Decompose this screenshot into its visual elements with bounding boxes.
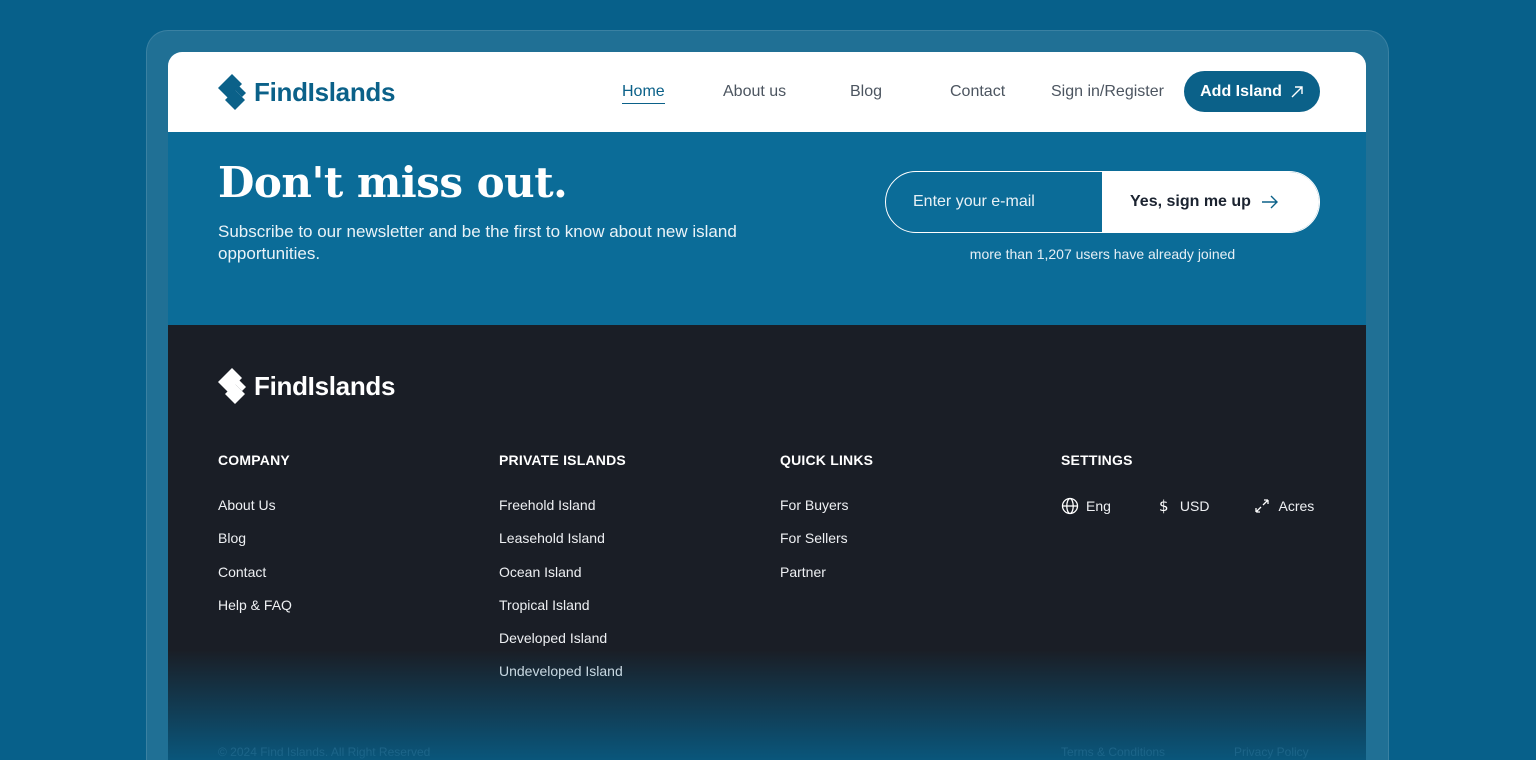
footer-link-ocean-island[interactable]: Ocean Island xyxy=(499,564,626,597)
column-heading: QUICK LINKS xyxy=(780,452,874,468)
arrow-right-icon xyxy=(1262,195,1278,209)
svg-text:$: $ xyxy=(1159,497,1169,515)
nav-about-us[interactable]: About us xyxy=(723,83,786,101)
column-heading: COMPANY xyxy=(218,452,290,468)
language-selector[interactable]: Eng xyxy=(1061,497,1111,515)
column-heading: SETTINGS xyxy=(1061,452,1133,468)
footer: FindIslands COMPANY About Us Blog Contac… xyxy=(168,325,1366,760)
header: FindIslands Home About us Blog Contact S… xyxy=(168,52,1366,132)
footer-column-company: COMPANY About Us Blog Contact Help & FAQ xyxy=(218,452,292,630)
nav-home[interactable]: Home xyxy=(622,83,665,104)
footer-logo-text: FindIslands xyxy=(254,370,396,401)
footer-link-leasehold-island[interactable]: Leasehold Island xyxy=(499,530,626,563)
footer-link-undeveloped-island[interactable]: Undeveloped Island xyxy=(499,663,626,696)
footer-link-help-faq[interactable]: Help & FAQ xyxy=(218,597,292,630)
settings-row: Eng $ USD Acres xyxy=(1061,497,1314,515)
sign-me-up-label: Yes, sign me up xyxy=(1130,193,1251,210)
privacy-policy-link[interactable]: Privacy Policy xyxy=(1234,745,1309,759)
unit-value: Acres xyxy=(1278,498,1315,514)
page: FindIslands Home About us Blog Contact S… xyxy=(168,52,1366,760)
dollar-icon: $ xyxy=(1159,497,1169,515)
globe-icon xyxy=(1061,497,1079,515)
footer-link-about-us[interactable]: About Us xyxy=(218,497,292,530)
newsletter-section: Don't miss out. Subscribe to our newslet… xyxy=(168,132,1366,325)
logo-text: FindIslands xyxy=(254,76,396,107)
bottom-fade-overlay xyxy=(168,650,1366,760)
copyright-text: © 2024 Find Islands. All Right Reserved xyxy=(218,745,431,759)
footer-column-private-islands: PRIVATE ISLANDS Freehold Island Leasehol… xyxy=(499,452,626,697)
footer-link-tropical-island[interactable]: Tropical Island xyxy=(499,597,626,630)
footer-column-quick-links: QUICK LINKS For Buyers For Sellers Partn… xyxy=(780,452,873,597)
sign-me-up-button[interactable]: Yes, sign me up xyxy=(1102,172,1319,232)
column-heading: PRIVATE ISLANDS xyxy=(499,452,626,468)
footer-column-settings: SETTINGS Eng $ USD Acres xyxy=(1061,452,1314,515)
add-island-button[interactable]: Add Island xyxy=(1184,71,1320,112)
footer-link-blog[interactable]: Blog xyxy=(218,530,292,563)
email-input[interactable] xyxy=(886,172,1102,232)
nav-contact[interactable]: Contact xyxy=(950,83,1005,101)
logo[interactable]: FindIslands xyxy=(218,72,395,112)
footer-logo[interactable]: FindIslands xyxy=(218,366,395,406)
expand-icon xyxy=(1255,499,1270,513)
footer-link-partner[interactable]: Partner xyxy=(780,564,873,597)
logo-icon xyxy=(218,74,246,110)
newsletter-joined-note: more than 1,207 users have already joine… xyxy=(969,246,1236,262)
add-island-label: Add Island xyxy=(1200,82,1282,100)
newsletter-title: Don't miss out. xyxy=(218,158,568,207)
currency-value: USD xyxy=(1179,498,1210,514)
arrow-up-right-icon xyxy=(1291,85,1303,97)
footer-link-for-buyers[interactable]: For Buyers xyxy=(780,497,873,530)
footer-link-contact[interactable]: Contact xyxy=(218,564,292,597)
unit-selector[interactable]: Acres xyxy=(1253,497,1314,515)
logo-icon xyxy=(218,368,246,404)
footer-link-for-sellers[interactable]: For Sellers xyxy=(780,530,873,563)
terms-link[interactable]: Terms & Conditions xyxy=(1061,745,1165,759)
newsletter-form: Yes, sign me up xyxy=(885,171,1320,233)
footer-link-developed-island[interactable]: Developed Island xyxy=(499,630,626,663)
sign-in-register-link[interactable]: Sign in/Register xyxy=(1051,83,1164,101)
newsletter-subtitle: Subscribe to our newsletter and be the f… xyxy=(218,222,737,263)
language-value: Eng xyxy=(1086,498,1111,514)
currency-selector[interactable]: $ USD xyxy=(1155,497,1210,515)
nav-blog[interactable]: Blog xyxy=(850,83,882,101)
footer-link-freehold-island[interactable]: Freehold Island xyxy=(499,497,626,530)
